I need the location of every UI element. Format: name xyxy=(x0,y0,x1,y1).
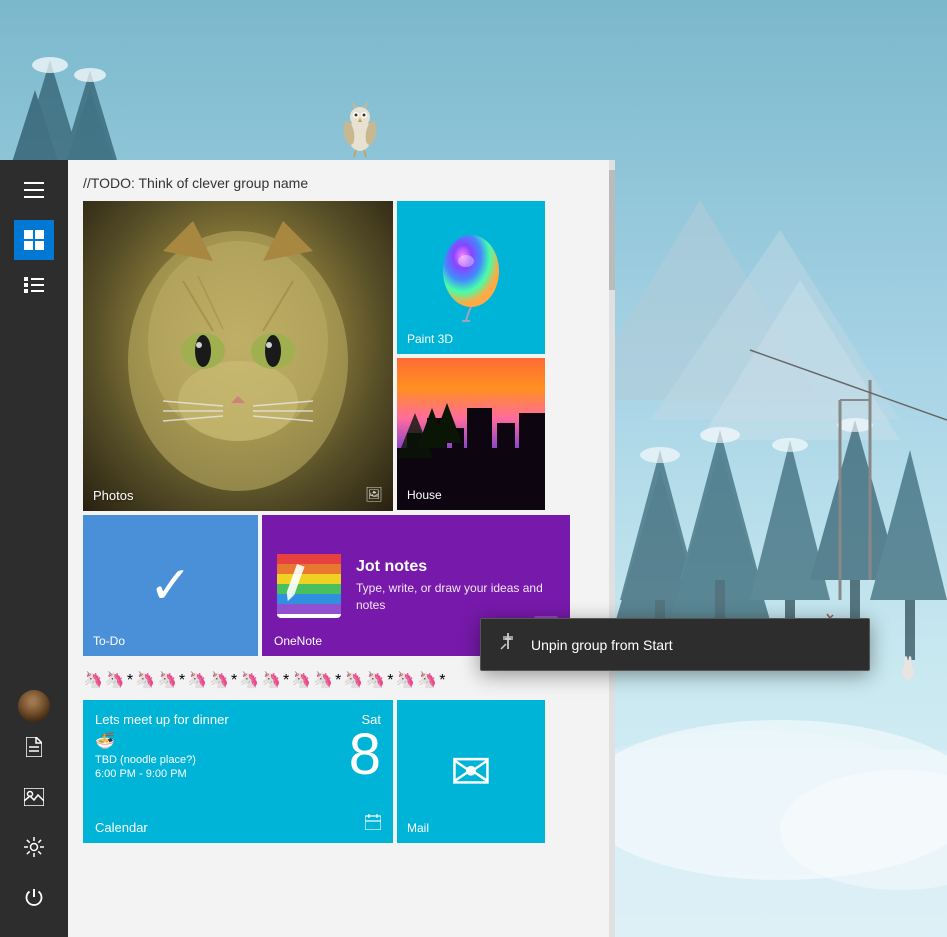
sidebar-item-list[interactable] xyxy=(14,265,54,305)
tiles-row-3: Lets meet up for dinner Sat 🍜 TBD (noodl… xyxy=(83,700,600,843)
house-label: House xyxy=(407,488,442,502)
todo-label: To-Do xyxy=(93,634,125,648)
jot-icon-svg xyxy=(277,554,341,618)
tiles-row-1: Photos 🖼 xyxy=(83,201,600,511)
paint3d-label: Paint 3D xyxy=(407,332,453,346)
photos-label: Photos xyxy=(93,488,133,503)
cal-middle: 🍜 TBD (noodle place?) 6:00 PM - 9:00 PM … xyxy=(95,731,381,784)
cal-label: Calendar xyxy=(95,820,148,835)
tiles-section: Photos 🖼 xyxy=(68,201,615,656)
start-menu: //TODO: Think of clever group name xyxy=(0,160,615,937)
hamburger-line-2 xyxy=(24,189,44,191)
photos-image xyxy=(83,201,393,511)
settings-icon xyxy=(24,837,44,857)
group-name: //TODO: Think of clever group name xyxy=(83,175,308,191)
unpin-label: Unpin group from Start xyxy=(531,637,673,653)
avatar[interactable] xyxy=(18,690,50,722)
todo-checkmark: ✓ xyxy=(149,560,193,612)
onenote-jot-desc: Type, write, or draw your ideas and note… xyxy=(356,580,555,614)
tiles-icon xyxy=(24,230,44,250)
cal-time: 6:00 PM - 9:00 PM xyxy=(95,768,349,780)
tile-todo[interactable]: ✓ To-Do xyxy=(83,515,258,656)
cal-location: TBD (noodle place?) xyxy=(95,754,349,766)
onenote-text: Jot notes Type, write, or draw your idea… xyxy=(356,558,555,614)
paint3d-balloon-svg xyxy=(436,233,506,323)
cal-event-title: Lets meet up for dinner xyxy=(95,712,351,727)
power-icon xyxy=(24,887,44,907)
cal-label-row: Calendar xyxy=(95,820,148,835)
tile-calendar[interactable]: Lets meet up for dinner Sat 🍜 TBD (noodl… xyxy=(83,700,393,843)
calendar-icon xyxy=(365,814,381,830)
hamburger-line-1 xyxy=(24,182,44,184)
cal-info-block: 🍜 TBD (noodle place?) 6:00 PM - 9:00 PM xyxy=(95,731,349,780)
unpin-svg xyxy=(499,633,517,651)
sidebar-item-settings[interactable] xyxy=(14,827,54,867)
cal-icon xyxy=(365,814,381,835)
cal-emoji: 🍜 xyxy=(95,731,349,751)
sidebar-item-image[interactable] xyxy=(14,777,54,817)
mail-icon: ✉ xyxy=(450,743,492,801)
cal-day-number: 8 xyxy=(349,726,381,784)
onenote-jot-icon xyxy=(277,554,341,618)
context-menu: Unpin group from Start xyxy=(480,618,870,671)
scrollbar[interactable] xyxy=(609,160,615,937)
onenote-jot-title: Jot notes xyxy=(356,558,555,576)
context-menu-item-unpin[interactable]: Unpin group from Start xyxy=(481,619,869,670)
list-icon xyxy=(24,277,44,293)
tile-paint3d[interactable]: Paint 3D xyxy=(397,201,545,354)
cal-top: Lets meet up for dinner Sat xyxy=(95,712,381,727)
image-icon xyxy=(24,788,44,806)
right-column: Paint 3D xyxy=(397,201,545,511)
avatar-image xyxy=(18,690,50,722)
photos-icon: 🖼 xyxy=(365,486,383,503)
onenote-label: OneNote xyxy=(274,634,322,648)
sidebar-item-document[interactable] xyxy=(14,727,54,767)
cat-svg xyxy=(83,201,393,511)
hamburger-line-3 xyxy=(24,196,44,198)
scroll-thumb[interactable] xyxy=(609,170,615,290)
tiles-section-2: Lets meet up for dinner Sat 🍜 TBD (noodl… xyxy=(68,700,615,843)
sidebar xyxy=(0,160,68,937)
tile-mail[interactable]: ✉ Mail xyxy=(397,700,545,843)
tile-house[interactable]: House xyxy=(397,358,545,510)
document-icon xyxy=(26,737,42,757)
hamburger-button[interactable] xyxy=(14,170,54,210)
sidebar-item-tiles[interactable] xyxy=(14,220,54,260)
start-content: //TODO: Think of clever group name xyxy=(68,160,615,937)
sidebar-bottom xyxy=(14,727,54,937)
group-header: //TODO: Think of clever group name xyxy=(68,160,615,201)
unpin-icon xyxy=(499,633,517,656)
mail-label: Mail xyxy=(407,821,429,835)
sidebar-item-power[interactable] xyxy=(14,877,54,917)
tile-photos[interactable]: Photos 🖼 xyxy=(83,201,393,511)
